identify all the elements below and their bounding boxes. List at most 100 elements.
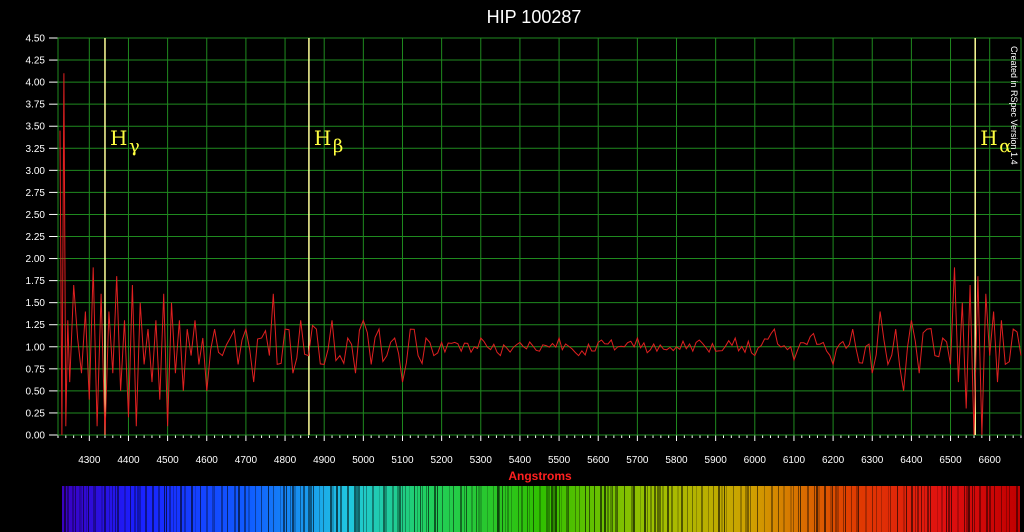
absorption-line — [843, 486, 844, 532]
absorption-line — [137, 486, 139, 532]
x-tick-label: 4400 — [117, 455, 140, 466]
y-tick-label: 2.75 — [26, 188, 46, 199]
absorption-line — [533, 486, 534, 532]
absorption-line — [280, 486, 281, 532]
absorption-line — [511, 486, 512, 532]
absorption-line — [921, 486, 922, 532]
absorption-line — [721, 486, 723, 532]
absorption-line — [300, 486, 301, 532]
absorption-line — [681, 486, 683, 532]
absorption-line — [647, 486, 648, 532]
absorption-line — [994, 486, 995, 532]
absorption-line — [659, 486, 661, 532]
absorption-line — [617, 486, 618, 532]
absorption-line — [979, 486, 981, 532]
absorption-line — [358, 486, 360, 532]
absorption-line — [176, 486, 177, 532]
absorption-line — [644, 486, 646, 532]
absorption-line — [164, 486, 165, 532]
y-tick-label: 1.75 — [26, 276, 46, 287]
absorption-line — [1001, 486, 1002, 532]
absorption-line — [499, 486, 500, 532]
absorption-line — [1016, 486, 1018, 532]
absorption-line — [104, 486, 106, 532]
y-tick-label: 3.00 — [26, 166, 46, 177]
absorption-line — [845, 486, 846, 532]
absorption-line — [527, 486, 528, 532]
absorption-line — [966, 486, 968, 532]
absorption-line — [568, 486, 569, 532]
absorption-line — [497, 486, 499, 532]
absorption-line — [221, 486, 223, 532]
y-tick-label: 3.50 — [26, 122, 46, 133]
absorption-line — [521, 486, 523, 532]
y-tick-label: 2.25 — [26, 232, 46, 243]
absorption-line — [152, 486, 154, 532]
spectrum-chart: HIP 100287 0.00 0.25 0.50 0.75 1.00 1.25 1.50 1… — [0, 0, 1024, 532]
absorption-line — [238, 486, 240, 532]
absorption-line — [783, 486, 785, 532]
absorption-line — [268, 486, 269, 532]
absorption-line — [798, 486, 799, 532]
x-tick-label: 6600 — [979, 455, 1002, 466]
absorption-line — [713, 486, 714, 532]
absorption-line — [745, 486, 747, 532]
absorption-line — [347, 486, 349, 532]
absorption-line — [248, 486, 250, 532]
absorption-line — [115, 486, 116, 532]
absorption-line — [471, 486, 473, 532]
absorption-line — [323, 486, 324, 532]
absorption-line — [631, 486, 633, 532]
absorption-line — [372, 486, 374, 532]
x-tick-label: 6500 — [939, 455, 962, 466]
absorption-line — [575, 486, 576, 532]
absorption-line — [771, 486, 773, 532]
absorption-line — [294, 486, 296, 532]
absorption-line — [856, 486, 858, 532]
y-tick-label: 0.25 — [26, 408, 46, 419]
absorption-line — [986, 486, 988, 532]
absorption-line — [974, 486, 975, 532]
absorption-line — [906, 486, 907, 532]
absorption-line — [83, 486, 84, 532]
absorption-line — [667, 486, 669, 532]
absorption-line — [234, 486, 236, 532]
absorption-line — [476, 486, 477, 532]
absorption-line — [927, 486, 929, 532]
absorption-line — [169, 486, 171, 532]
absorption-line — [529, 486, 530, 532]
absorption-line — [402, 486, 403, 532]
x-tick-label: 5800 — [665, 455, 688, 466]
absorption-line — [453, 486, 454, 532]
absorption-line — [88, 486, 89, 532]
absorption-line — [718, 486, 720, 532]
x-tick-label: 4600 — [196, 455, 219, 466]
absorption-line — [553, 486, 555, 532]
absorption-line — [561, 486, 562, 532]
absorption-line — [585, 486, 586, 532]
absorption-line — [692, 486, 693, 532]
x-tick-label: 5000 — [352, 455, 375, 466]
absorption-line — [383, 486, 385, 532]
absorption-line — [600, 486, 602, 532]
absorption-line — [1006, 486, 1007, 532]
absorption-line — [180, 486, 182, 532]
absorption-line — [816, 486, 818, 532]
absorption-line — [876, 486, 877, 532]
absorption-line — [505, 486, 506, 532]
absorption-line — [924, 486, 925, 532]
x-tick-label: 5500 — [548, 455, 571, 466]
absorption-line — [366, 486, 367, 532]
absorption-line — [865, 486, 867, 532]
x-tick-label: 4300 — [78, 455, 101, 466]
absorption-line — [903, 486, 905, 532]
absorption-line — [93, 486, 95, 532]
absorption-line — [662, 486, 664, 532]
absorption-line — [915, 486, 916, 532]
absorption-line — [687, 486, 688, 532]
absorption-line — [145, 486, 147, 532]
y-tick-label: 1.25 — [26, 320, 46, 331]
absorption-line — [888, 486, 889, 532]
absorption-line — [911, 486, 913, 532]
absorption-line — [64, 486, 66, 532]
